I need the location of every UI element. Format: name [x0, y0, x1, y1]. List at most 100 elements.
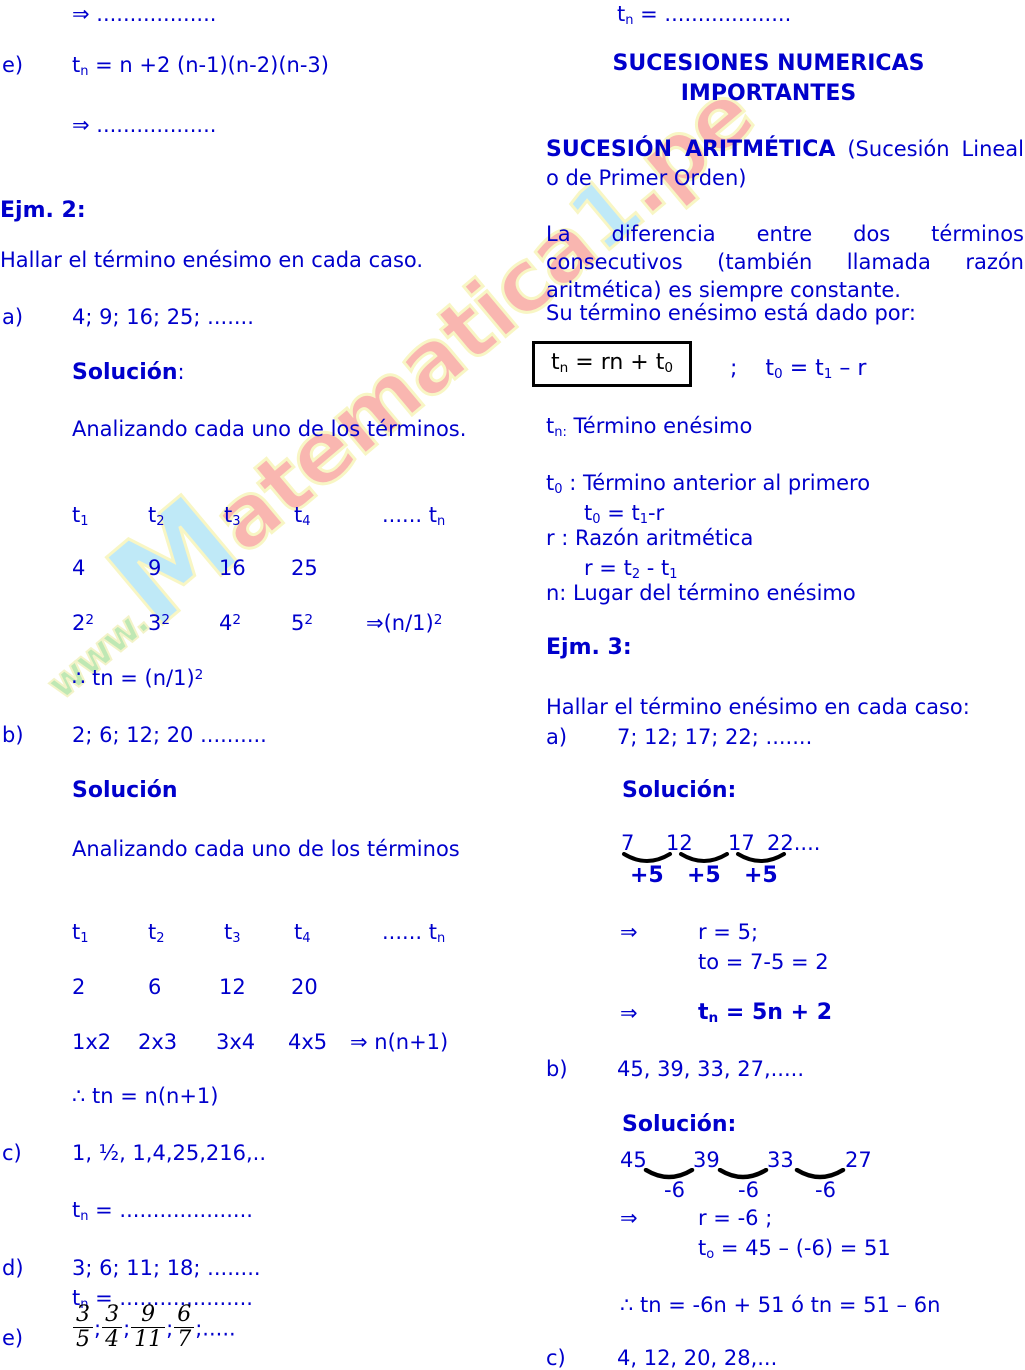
right-tn-blank-top: tn = ...................: [617, 2, 792, 28]
right-a-label: a): [546, 725, 568, 749]
sub-3: 3: [232, 513, 241, 529]
left-b-product-4: 4x5: [288, 1030, 328, 1054]
left-a-analizando: Analizando cada uno de los términos.: [72, 417, 467, 441]
formula-side-expression: ; t0 = t1 – r: [730, 356, 867, 382]
right-a-chain-1: 7: [621, 831, 635, 855]
fraction-4: 67: [174, 1303, 195, 1352]
left-item-e-formula: tn = n +2 (n-1)(n-2)(n-3): [72, 55, 329, 78]
right-a-solucion-heading: Solución:: [622, 778, 737, 803]
left-c-sequence: 1, ½, 1,4,25,216,..: [72, 1141, 266, 1165]
right-b-t0-value: to = 45 – (-6) = 51: [698, 1236, 891, 1262]
legend-t0-formula: t0 = t1-r: [584, 501, 665, 527]
right-subheading: SUCESIÓN ARITMÉTICA (Sucesión Lineal o d…: [546, 135, 1024, 192]
left-d-label: d): [2, 1256, 24, 1280]
left-a-conclusion: ∴ tn = (n/1)2: [72, 666, 204, 690]
t-subscript: n: [559, 360, 569, 376]
ejm2-instruction: Hallar el término enésimo en cada caso.: [0, 248, 424, 272]
right-a-arrow: ⇒: [620, 920, 638, 944]
right-a-chain-4: 22....: [767, 831, 821, 855]
left-a-sequence: 4; 9; 16; 25; .......: [72, 305, 254, 329]
left-b-value-3: 12: [219, 975, 246, 999]
right-b-sequence: 45, 39, 33, 27,.....: [617, 1057, 804, 1081]
left-b-analizando: Analizando cada uno de los términos: [72, 837, 460, 861]
sub-n: n:: [554, 424, 567, 440]
left-a-implies: ⇒(n/1)2: [366, 611, 443, 635]
t-subscript-zero: 0: [774, 366, 783, 382]
right-a-result: tn = 5n + 2: [698, 1000, 833, 1026]
left-a-value-3: 16: [219, 556, 246, 580]
fraction-1: 35: [73, 1303, 93, 1352]
right-heading-line2: IMPORTANTES: [680, 81, 857, 106]
left-b-implies: ⇒ n(n+1): [350, 1030, 449, 1054]
exponent: 2: [85, 611, 95, 628]
sub-1: 1: [669, 566, 678, 582]
left-arrow-dots-2: ⇒ ..................: [72, 113, 217, 137]
left-b-product-1: 1x2: [72, 1030, 112, 1054]
exponent: 2: [232, 611, 242, 628]
left-a-term-t4: t4: [294, 503, 311, 529]
right-a-chain-2: 12: [666, 831, 693, 855]
left-a-term-t2: t2: [148, 503, 165, 529]
left-a-value-2: 9: [148, 556, 162, 580]
right-c-sequence: 4, 12, 20, 28,...: [617, 1346, 778, 1370]
sub-1: 1: [639, 511, 648, 527]
right-b-solucion-heading: Solución:: [622, 1112, 737, 1137]
ejm3-instruction: Hallar el término enésimo en cada caso:: [546, 695, 970, 719]
sub-4: 4: [302, 930, 311, 946]
left-b-sequence: 2; 6; 12; 20 ..........: [72, 723, 267, 747]
legend-tn: tn: Término enésimo: [546, 414, 753, 440]
sub-2: 2: [156, 513, 165, 529]
left-a-square-1: 22: [72, 611, 95, 635]
right-b-label: b): [546, 1057, 568, 1081]
left-b-term-t2: t2: [148, 920, 165, 946]
left-a-value-1: 4: [72, 556, 86, 580]
fraction-separator: ;: [94, 1316, 102, 1341]
left-a-square-4: 52: [291, 611, 314, 635]
right-heading-line1: SUCESIONES NUMERICAS: [612, 51, 925, 76]
t-subscript-zero: 0: [664, 360, 674, 376]
ejm2-title: Ejm. 2:: [0, 198, 86, 223]
sub-4: 4: [302, 513, 311, 529]
formula-box-tn: tn = rn + t0: [532, 341, 693, 387]
left-a-square-2: 32: [148, 611, 171, 635]
sub-n: n: [436, 513, 446, 529]
left-b-label: b): [2, 723, 24, 747]
right-a-t0-value: to = 7-5 = 2: [698, 950, 829, 974]
document-page: www.Matematica1.pe ⇒ .................. …: [0, 0, 1025, 1370]
sub-n: n: [436, 930, 446, 946]
t-subscript: n: [708, 1010, 719, 1026]
sub-0: 0: [554, 481, 563, 497]
right-a-result-arrow: ⇒: [620, 1001, 638, 1025]
sub-1: 1: [80, 513, 89, 529]
solucion-colon: :: [177, 360, 185, 384]
right-a-r-value: r = 5;: [698, 920, 759, 944]
sub-2: 2: [631, 566, 641, 582]
right-b-conclusion: ∴ tn = -6n + 51 ó tn = 51 – 6n: [620, 1293, 941, 1317]
right-definition: La diferencia entre dos términos consecu…: [546, 222, 1024, 302]
left-b-value-1: 2: [72, 975, 86, 999]
left-d-sequence: 3; 6; 11; 18; ........: [72, 1256, 261, 1280]
left-a-square-3: 42: [219, 611, 242, 635]
left-b-term-tn: ...... tn: [382, 920, 446, 946]
left-a-term-t3: t3: [224, 503, 241, 529]
fraction-separator: ;: [166, 1316, 174, 1341]
left-a-term-tn: ...... tn: [382, 503, 446, 529]
sub-0: 0: [592, 511, 601, 527]
fraction-3: 9 11: [131, 1303, 166, 1352]
exponent: 2: [433, 611, 443, 628]
left-b-product-3: 3x4: [216, 1030, 256, 1054]
solucion-word: Solución: [72, 360, 178, 385]
left-b-term-t1: t1: [72, 920, 89, 946]
exponent: 2: [304, 611, 314, 628]
legend-r: r : Razón aritmética: [546, 526, 754, 550]
left-b-term-t4: t4: [294, 920, 311, 946]
right-a-sequence: 7; 12; 17; 22; .......: [617, 725, 813, 749]
right-c-label: c): [546, 1346, 566, 1370]
left-arrow-dots-1: ⇒ ..................: [72, 2, 217, 26]
arc-connectors-a: [622, 852, 786, 863]
left-e2-label: e): [2, 1326, 24, 1350]
fraction-tail: ;.....: [195, 1316, 236, 1341]
left-b-term-t3: t3: [224, 920, 241, 946]
left-a-solucion-heading: Solución:: [72, 362, 185, 384]
formula-rest: = n +2 (n-1)(n-2)(n-3): [88, 53, 329, 77]
